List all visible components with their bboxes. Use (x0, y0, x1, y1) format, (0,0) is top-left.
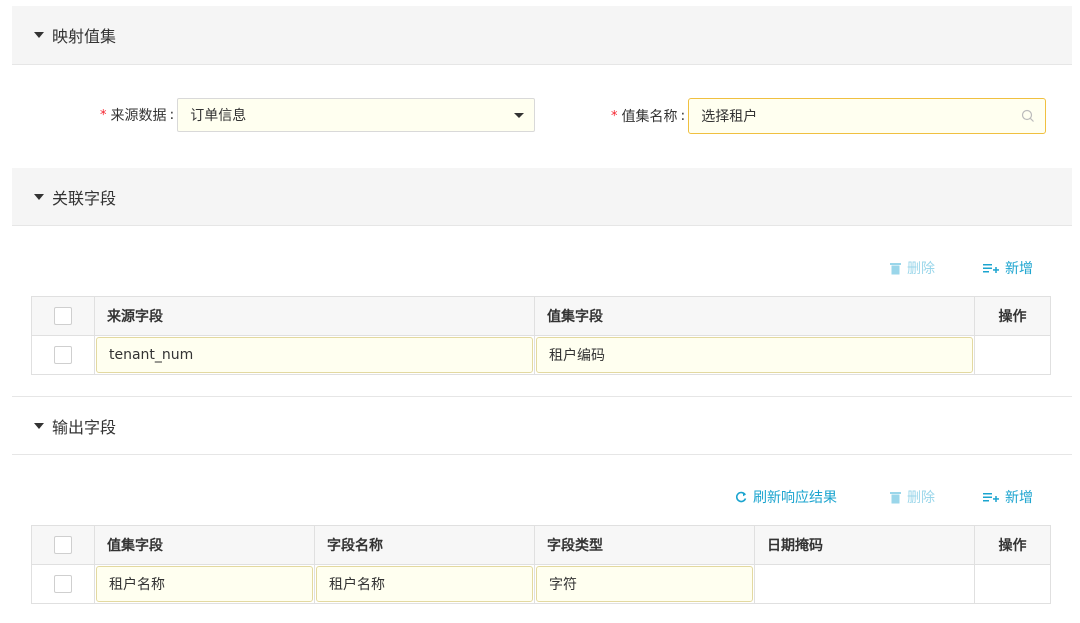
refresh-results-button[interactable]: 刷新响应结果 (735, 487, 837, 507)
association-delete-button[interactable]: 删除 (890, 258, 935, 278)
column-header: 操作 (998, 309, 1027, 325)
section-header-association[interactable]: 关联字段 (12, 168, 1072, 226)
select-all-checkbox[interactable] (54, 536, 72, 554)
row-select-cell (32, 336, 95, 374)
select-all-cell (32, 297, 95, 335)
section-title-association: 关联字段 (52, 188, 117, 208)
column-header: 字段类型 (535, 526, 755, 564)
add-label: 新增 (1005, 261, 1033, 277)
operation-cell (975, 565, 1050, 603)
date-mask-cell[interactable] (755, 565, 975, 603)
column-header: 操作 (998, 538, 1027, 554)
column-header: 字段名称 (315, 526, 535, 564)
caret-down-icon (34, 193, 44, 200)
source-field-cell[interactable]: tenant_num (95, 336, 535, 374)
row-checkbox[interactable] (54, 346, 72, 364)
refresh-icon (735, 491, 747, 503)
select-all-cell (32, 526, 95, 564)
section-title-mapping: 映射值集 (52, 27, 117, 46)
section-title-output: 输出字段 (52, 417, 117, 437)
valueset-name-field: * 值集名称 : 选择租户 (611, 98, 1047, 134)
column-header: 值集字段 (535, 297, 975, 335)
output-delete-button[interactable]: 删除 (890, 487, 935, 507)
refresh-label: 刷新响应结果 (753, 490, 837, 506)
row-checkbox[interactable] (54, 575, 72, 593)
delete-label: 删除 (907, 490, 935, 506)
caret-down-icon (34, 32, 44, 38)
source-field-input[interactable]: tenant_num (96, 337, 533, 373)
source-data-field: * 来源数据 : 订单信息 (100, 98, 536, 132)
valueset-field-input[interactable]: 租户名称 (96, 566, 313, 602)
label-colon: : (169, 107, 175, 123)
valueset-name-lookup[interactable]: 选择租户 (688, 98, 1047, 134)
output-table: 值集字段 字段名称 字段类型 日期掩码 操作 租户名称 租户名称 字符 (31, 525, 1051, 604)
association-table: 来源字段 值集字段 操作 tenant_num 租户编码 (31, 296, 1051, 375)
section-header-output[interactable]: 输出字段 (12, 396, 1072, 455)
valueset-field-cell[interactable]: 租户编码 (535, 336, 975, 374)
field-name-cell[interactable]: 租户名称 (315, 565, 535, 603)
source-data-label: 来源数据 (110, 108, 167, 124)
source-data-value: 订单信息 (190, 108, 247, 124)
source-data-select[interactable]: 订单信息 (177, 98, 536, 132)
operation-cell (975, 336, 1050, 374)
row-select-cell (32, 565, 95, 603)
add-list-icon (983, 493, 999, 502)
table-row: tenant_num 租户编码 (32, 336, 1050, 374)
table-header-row: 值集字段 字段名称 字段类型 日期掩码 操作 (32, 526, 1050, 565)
column-header: 值集字段 (95, 526, 315, 564)
chevron-down-icon (514, 113, 525, 118)
field-type-select[interactable]: 字符 (536, 566, 753, 602)
delete-label: 删除 (907, 261, 935, 277)
search-icon[interactable] (1021, 109, 1035, 127)
required-mark: * (611, 108, 618, 124)
caret-down-icon (34, 422, 44, 429)
valueset-name-label: 值集名称 (621, 109, 678, 125)
trash-icon (890, 262, 901, 274)
label-colon: : (680, 108, 686, 124)
output-add-button[interactable]: 新增 (983, 487, 1033, 507)
section-header-mapping[interactable]: 映射值集 (12, 6, 1072, 65)
column-header: 来源字段 (95, 297, 535, 335)
valueset-field-cell[interactable]: 租户名称 (95, 565, 315, 603)
valueset-field-input[interactable]: 租户编码 (536, 337, 973, 373)
table-header-row: 来源字段 值集字段 操作 (32, 297, 1050, 336)
table-row: 租户名称 租户名称 字符 (32, 565, 1050, 603)
add-label: 新增 (1005, 490, 1033, 506)
add-list-icon (983, 264, 999, 273)
select-all-checkbox[interactable] (54, 307, 72, 325)
valueset-name-value: 选择租户 (701, 109, 758, 125)
trash-icon (890, 491, 901, 503)
required-mark: * (100, 107, 107, 123)
column-header: 日期掩码 (755, 526, 975, 564)
field-name-input[interactable]: 租户名称 (316, 566, 533, 602)
field-type-cell[interactable]: 字符 (535, 565, 755, 603)
association-add-button[interactable]: 新增 (983, 258, 1033, 278)
